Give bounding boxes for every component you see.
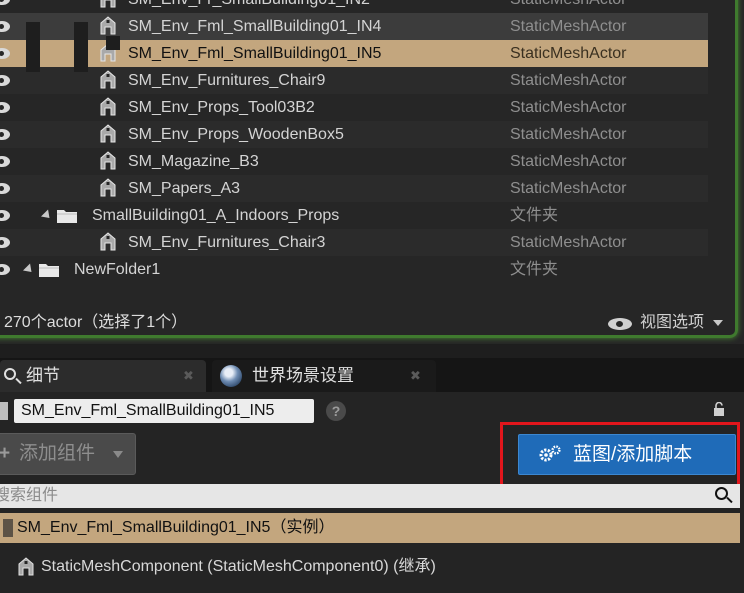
- chevron-down-icon: [713, 320, 723, 326]
- outliner-item-name: SM_Env_Fr_SmallBuilding01_IN2: [128, 0, 370, 13]
- outliner-item-name: SM_Papers_A3: [128, 180, 241, 197]
- chevron-down-icon: [113, 451, 123, 458]
- folder-icon: [39, 264, 59, 277]
- lock-icon[interactable]: [712, 402, 726, 416]
- component-tree-root[interactable]: SM_Env_Fml_SmallBuilding01_IN5（实例）: [0, 513, 740, 543]
- outliner-item-name: SM_Env_Fml_SmallBuilding01_IN5: [128, 45, 382, 62]
- plus-icon: +: [0, 443, 11, 464]
- details-tab-bar: 细节 ✖ 世界场景设置 ✖: [0, 358, 744, 392]
- expand-arrow-icon[interactable]: [22, 263, 36, 276]
- actor-icon: [3, 519, 13, 537]
- outliner-item-type: StaticMeshActor: [510, 45, 627, 62]
- add-component-button[interactable]: + 添加组件: [0, 433, 136, 475]
- component-search-input[interactable]: 搜索组件: [0, 484, 740, 508]
- help-icon[interactable]: ?: [326, 401, 346, 421]
- outliner-item-name: NewFolder1: [74, 261, 161, 278]
- outliner-item-name: SM_Env_Fml_SmallBuilding01_IN4: [128, 18, 382, 35]
- outliner-row[interactable]: SM_Magazine_B3 StaticMeshActor: [0, 148, 708, 175]
- outliner-footer: 270个actor（选择了1个） 视图选项: [0, 308, 738, 338]
- visibility-eye-icon[interactable]: [0, 264, 10, 275]
- outliner-row[interactable]: SM_Papers_A3 StaticMeshActor: [0, 175, 708, 202]
- image-artifact: [106, 36, 120, 50]
- add-component-label: 添加组件: [19, 443, 96, 464]
- visibility-eye-icon[interactable]: [0, 237, 10, 248]
- blueprint-add-script-button[interactable]: 蓝图/添加脚本: [518, 434, 736, 475]
- outliner-item-type: StaticMeshActor: [510, 180, 627, 197]
- outliner-item-name: SM_Env_Furnitures_Chair3: [128, 234, 326, 251]
- outliner-item-type: StaticMeshActor: [510, 126, 627, 143]
- visibility-eye-icon[interactable]: [0, 102, 10, 113]
- search-placeholder: 搜索组件: [0, 487, 59, 504]
- search-icon: [4, 368, 16, 380]
- gears-icon: [539, 445, 561, 462]
- outliner-item-name: SmallBuilding01_A_Indoors_Props: [92, 207, 340, 224]
- outliner-item-type: StaticMeshActor: [510, 18, 627, 35]
- outliner-item-name: SM_Magazine_B3: [128, 153, 259, 170]
- visibility-eye-icon[interactable]: [0, 156, 10, 167]
- image-artifact: [26, 22, 40, 72]
- visibility-eye-icon[interactable]: [0, 0, 10, 5]
- component-child-label: StaticMeshComponent (StaticMeshComponent…: [41, 558, 436, 575]
- outliner-item-name: SM_Env_Furnitures_Chair9: [128, 72, 326, 89]
- tab-details-label: 细节: [26, 366, 60, 385]
- visibility-eye-icon[interactable]: [0, 129, 10, 140]
- outliner-item-name: SM_Env_Props_Tool03B2: [128, 99, 315, 116]
- outliner-row[interactable]: SM_Env_Props_Tool03B2 StaticMeshActor: [0, 94, 708, 121]
- outliner-row[interactable]: SM_Env_Furnitures_Chair9 StaticMeshActor: [0, 67, 708, 94]
- outliner-item-type: StaticMeshActor: [510, 234, 627, 251]
- static-mesh-icon: [100, 124, 116, 143]
- tab-details[interactable]: 细节 ✖: [0, 360, 206, 392]
- outliner-row[interactable]: SM_Env_Fr_SmallBuilding01_IN2 StaticMeshA…: [0, 0, 708, 13]
- static-mesh-icon: [100, 151, 116, 170]
- outliner-item-type: 文件夹: [510, 261, 559, 278]
- outliner-item-type: StaticMeshActor: [510, 99, 627, 116]
- static-mesh-icon: [100, 16, 116, 35]
- globe-icon: [220, 365, 242, 387]
- static-mesh-icon: [100, 0, 116, 8]
- static-mesh-icon: [100, 232, 116, 251]
- outliner-folder-row[interactable]: SmallBuilding01_A_Indoors_Props 文件夹: [0, 202, 708, 229]
- static-mesh-icon: [100, 70, 116, 89]
- outliner-item-type: StaticMeshActor: [510, 153, 627, 170]
- visibility-eye-icon[interactable]: [0, 210, 10, 221]
- details-panel: SM_Env_Fml_SmallBuilding01_IN5 ? + 添加组件 …: [0, 392, 744, 593]
- expand-arrow-icon[interactable]: [40, 209, 54, 222]
- tab-world-settings[interactable]: 世界场景设置 ✖: [212, 360, 436, 392]
- outliner-item-type: 文件夹: [510, 207, 559, 224]
- world-outliner: SM_Env_Fr_SmallBuilding01_IN2 StaticMeshA…: [0, 0, 744, 344]
- eye-icon: [608, 318, 632, 330]
- close-icon[interactable]: ✖: [410, 360, 421, 392]
- static-mesh-icon: [100, 97, 116, 116]
- actor-count: 270个actor（选择了1个）: [4, 314, 188, 331]
- actor-icon: [0, 402, 8, 420]
- static-mesh-icon: [18, 557, 34, 576]
- component-root-label: SM_Env_Fml_SmallBuilding01_IN5（实例）: [17, 519, 335, 536]
- actor-name-field[interactable]: SM_Env_Fml_SmallBuilding01_IN5: [14, 399, 314, 423]
- static-mesh-icon: [100, 178, 116, 197]
- outliner-item-name: SM_Env_Props_WoodenBox5: [128, 126, 344, 143]
- view-options-label: 视图选项: [640, 314, 705, 331]
- outliner-folder-row[interactable]: NewFolder1 文件夹: [0, 256, 708, 283]
- outliner-row[interactable]: SM_Env_Props_WoodenBox5 StaticMeshActor: [0, 121, 708, 148]
- component-tree-item[interactable]: StaticMeshComponent (StaticMeshComponent…: [0, 552, 740, 582]
- tab-world-settings-label: 世界场景设置: [252, 366, 354, 385]
- folder-icon: [57, 210, 77, 223]
- close-icon[interactable]: ✖: [183, 360, 194, 392]
- visibility-eye-icon[interactable]: [0, 21, 10, 32]
- blueprint-button-label: 蓝图/添加脚本: [573, 444, 693, 465]
- image-artifact: [74, 22, 88, 72]
- outliner-row[interactable]: SM_Env_Furnitures_Chair3 StaticMeshActor: [0, 229, 708, 256]
- visibility-eye-icon[interactable]: [0, 183, 10, 194]
- outliner-item-type: StaticMeshActor: [510, 0, 626, 13]
- visibility-eye-icon[interactable]: [0, 75, 10, 86]
- outliner-item-type: StaticMeshActor: [510, 72, 627, 89]
- search-icon[interactable]: [715, 487, 728, 500]
- visibility-eye-icon[interactable]: [0, 48, 10, 59]
